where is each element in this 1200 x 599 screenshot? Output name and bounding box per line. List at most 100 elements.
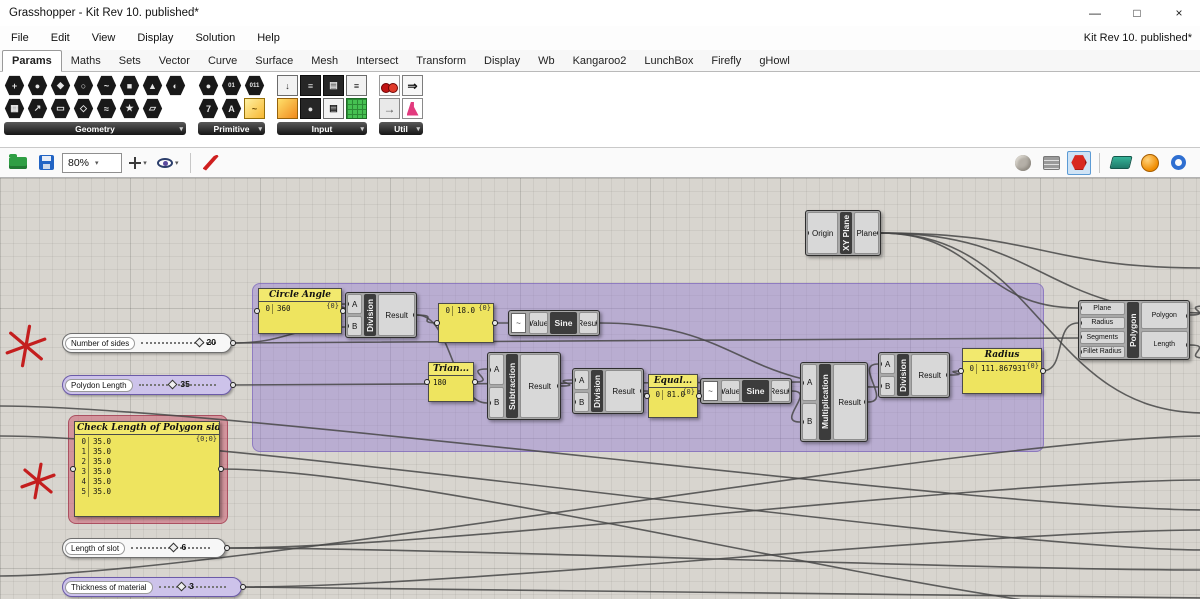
menu-item-solution[interactable]: Solution: [184, 26, 246, 50]
output-port[interactable]: [788, 388, 790, 394]
param-brep-icon[interactable]: ◐: [165, 75, 186, 96]
param-line-icon[interactable]: ↗: [27, 98, 48, 119]
length-of-slot-slider[interactable]: Length of slot 6: [62, 538, 230, 558]
param-vector-icon[interactable]: ●: [27, 75, 48, 96]
thickness-of-material-slider[interactable]: Thickness of material 3: [62, 577, 246, 597]
util-group-label[interactable]: Util ▾: [379, 122, 423, 135]
input-port[interactable]: [424, 379, 430, 385]
menu-item-help[interactable]: Help: [246, 26, 291, 50]
polygon-length-slider[interactable]: Polydon Length 35: [62, 375, 236, 395]
tab-params[interactable]: Params: [2, 50, 62, 72]
slider-grip[interactable]: [169, 542, 179, 553]
tab-intersect[interactable]: Intersect: [347, 51, 407, 71]
input-port[interactable]: [254, 308, 260, 314]
param-twisted-box-icon[interactable]: ▱: [142, 98, 163, 119]
input-port[interactable]: [490, 366, 491, 373]
output-port[interactable]: [1040, 368, 1046, 374]
input-port[interactable]: [348, 301, 349, 307]
param-point-icon[interactable]: +: [4, 75, 25, 96]
sine-2-node[interactable]: ~ValueSineResult: [700, 378, 792, 404]
number-slider-icon[interactable]: ≡: [300, 75, 321, 96]
menu-item-file[interactable]: File: [0, 26, 40, 50]
output-port[interactable]: [1186, 312, 1187, 319]
tab-wb[interactable]: Wb: [529, 51, 564, 71]
menu-item-edit[interactable]: Edit: [40, 26, 81, 50]
minimize-button[interactable]: —: [1074, 0, 1116, 26]
open-button[interactable]: [6, 151, 30, 175]
input-port[interactable]: [1080, 334, 1082, 341]
panel-icon[interactable]: ▤: [323, 75, 344, 96]
radius-panel[interactable]: Radius {0} 0 111.867931: [958, 348, 1046, 394]
slider-track[interactable]: 6: [131, 542, 210, 553]
multiplication-node[interactable]: A B Multiplication Result: [800, 362, 868, 442]
param-field-icon[interactable]: ≈: [96, 98, 117, 119]
output-port[interactable]: [230, 382, 236, 388]
input-port[interactable]: [644, 393, 650, 399]
display-shaded-button[interactable]: [1138, 151, 1162, 175]
input-port[interactable]: [70, 466, 76, 472]
output-port[interactable]: [230, 340, 236, 346]
tab-display[interactable]: Display: [475, 51, 529, 71]
sketch-button[interactable]: [199, 151, 223, 175]
tab-transform[interactable]: Transform: [407, 51, 475, 71]
param-geometry-icon[interactable]: ★: [119, 98, 140, 119]
slider-track[interactable]: 3: [158, 581, 226, 592]
param-data-icon[interactable]: 011: [244, 75, 265, 96]
output-port[interactable]: [596, 320, 598, 326]
input-port[interactable]: [575, 399, 576, 405]
flask-icon[interactable]: [402, 98, 423, 119]
preview-material-button[interactable]: [1067, 150, 1091, 175]
output-port[interactable]: [413, 312, 415, 318]
division-1-node[interactable]: A B Division Result: [345, 292, 417, 338]
equal-panel[interactable]: Equal... {0} 0 81.0: [644, 374, 702, 418]
param-mesh-icon[interactable]: ▦: [4, 98, 25, 119]
param-number-icon[interactable]: 7: [198, 98, 219, 119]
param-boolean-icon[interactable]: ●: [198, 75, 219, 96]
output-port[interactable]: [696, 393, 702, 399]
zoom-extents-button[interactable]: ▾: [126, 151, 150, 175]
output-port[interactable]: [340, 308, 346, 314]
tab-kangaroo2[interactable]: Kangaroo2: [564, 51, 636, 71]
input-port[interactable]: [348, 323, 349, 329]
sine-1-node[interactable]: ~ValueSineResult: [508, 310, 600, 336]
output-port[interactable]: [946, 372, 948, 378]
param-box-icon[interactable]: ■: [119, 75, 140, 96]
import-file-icon[interactable]: ↓: [277, 75, 298, 96]
slider-track[interactable]: 20: [141, 337, 216, 348]
output-port[interactable]: [492, 320, 498, 326]
preview-points-button[interactable]: [1011, 151, 1035, 175]
preview-button[interactable]: ▾: [154, 151, 182, 175]
input-port[interactable]: [575, 377, 576, 383]
input-port[interactable]: [881, 383, 882, 389]
slider-grip[interactable]: [194, 337, 204, 348]
output-port[interactable]: [877, 230, 879, 236]
param-plane-icon[interactable]: ◆: [50, 75, 71, 96]
preview-layers-button[interactable]: [1039, 151, 1063, 175]
knob-icon[interactable]: ●: [300, 98, 321, 119]
param-group-icon[interactable]: ◇: [73, 98, 94, 119]
slider-track[interactable]: 35: [138, 379, 216, 390]
input-port[interactable]: [490, 399, 491, 406]
cherry-picker-icon[interactable]: [379, 75, 400, 96]
slider-grip[interactable]: [176, 581, 187, 592]
tab-surface[interactable]: Surface: [246, 51, 302, 71]
data-dam-icon[interactable]: →: [379, 98, 400, 119]
division-2-node[interactable]: A B Division Result: [572, 368, 644, 414]
menu-item-display[interactable]: Display: [126, 26, 184, 50]
param-path-icon[interactable]: ~: [244, 98, 265, 119]
tab-sets[interactable]: Sets: [110, 51, 150, 71]
input-port[interactable]: [803, 418, 804, 425]
input-port[interactable]: [1080, 319, 1082, 326]
division-3-node[interactable]: A B Division Result: [878, 352, 950, 398]
output-port[interactable]: [1186, 341, 1187, 348]
division-result-panel[interactable]: {0} 0 18.0: [434, 303, 498, 343]
value-list-icon[interactable]: ≡: [346, 75, 367, 96]
param-text-icon[interactable]: A: [221, 98, 242, 119]
param-binary-icon[interactable]: 01: [221, 75, 242, 96]
check-length-panel[interactable]: Check Length of Polygon side {0;0} 0 35.0 1 3…: [70, 421, 224, 517]
output-port[interactable]: [640, 388, 642, 394]
tab-curve[interactable]: Curve: [199, 51, 246, 71]
gradient-icon[interactable]: [277, 98, 298, 119]
input-port[interactable]: [958, 368, 964, 374]
number-of-sides-slider[interactable]: Number of sides 20: [62, 333, 236, 353]
